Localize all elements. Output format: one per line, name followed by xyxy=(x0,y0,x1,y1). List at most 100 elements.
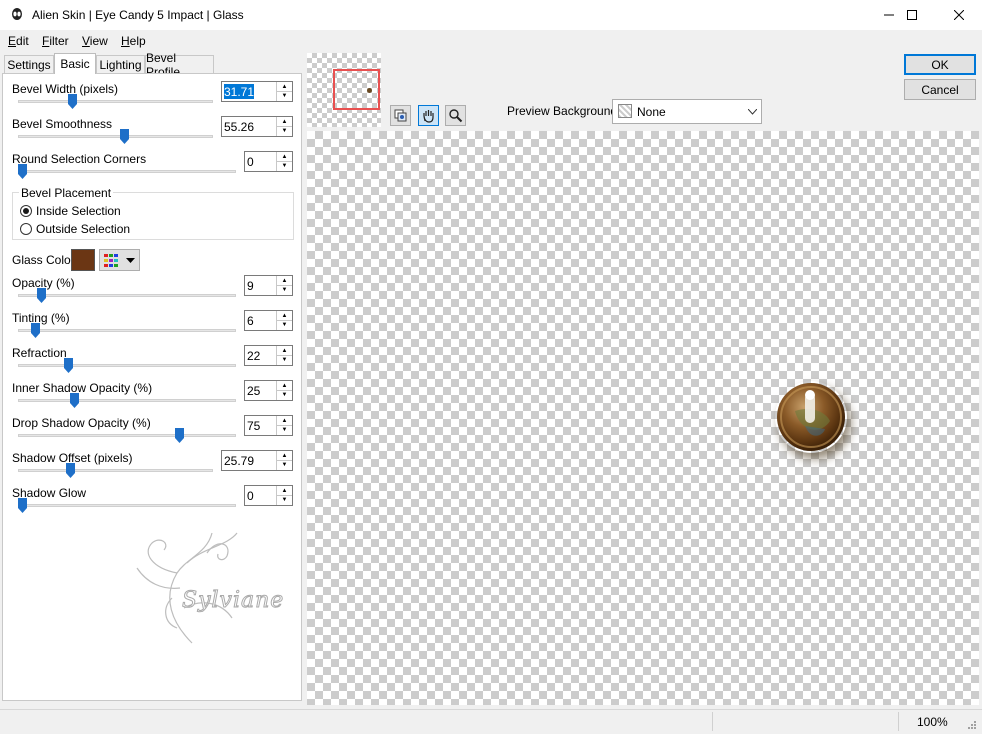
sylviane-watermark: Sylviane xyxy=(132,528,285,646)
tinting-spinbox[interactable]: ▲▼ xyxy=(244,310,293,331)
opacity-spinbox[interactable]: ▲▼ xyxy=(244,275,293,296)
inner-shadow-opacity-spinbox[interactable]: ▲▼ xyxy=(244,380,293,401)
outside-selection-label[interactable]: Outside Selection xyxy=(36,222,130,236)
tinting-slider-track[interactable] xyxy=(18,329,236,332)
preview-background-value: None xyxy=(637,105,666,119)
tab-basic[interactable]: Basic xyxy=(54,53,96,74)
drop-shadow-opacity-slider-thumb[interactable] xyxy=(174,428,184,443)
opacity-input[interactable] xyxy=(247,278,274,293)
inner-shadow-opacity-slider-track[interactable] xyxy=(18,399,236,402)
spin-down-icon[interactable]: ▼ xyxy=(277,425,292,434)
preview-toggle-button[interactable] xyxy=(390,105,411,126)
tab-bevel-profile[interactable]: Bevel Profile xyxy=(145,51,214,79)
round-corners-label: Round Selection Corners xyxy=(12,152,147,166)
spin-down-icon[interactable]: ▼ xyxy=(277,495,292,504)
tab-settings[interactable]: Settings xyxy=(4,55,54,73)
hand-icon xyxy=(423,110,434,123)
inside-selection-radio[interactable] xyxy=(20,205,32,217)
inner-shadow-opacity-slider-thumb[interactable] xyxy=(70,393,80,408)
status-bar: 100% xyxy=(0,709,982,734)
bevel-smoothness-spinbox[interactable]: ▲▼ xyxy=(221,116,293,137)
refraction-input[interactable] xyxy=(247,348,274,363)
color-picker-button[interactable] xyxy=(99,249,140,271)
spin-down-icon[interactable]: ▼ xyxy=(277,320,292,329)
shadow-offset-spinbox[interactable]: ▲▼ xyxy=(221,450,293,471)
round-corners-slider-thumb[interactable] xyxy=(18,164,27,179)
spin-down-icon[interactable]: ▼ xyxy=(277,390,292,399)
spin-down-icon[interactable]: ▼ xyxy=(277,161,292,170)
shadow-glow-input[interactable] xyxy=(247,488,274,503)
title-bar: Alien Skin | Eye Candy 5 Impact | Glass xyxy=(0,0,982,30)
outside-selection-radio[interactable] xyxy=(20,223,32,235)
tinting-slider-thumb[interactable] xyxy=(30,323,40,338)
maximize-button[interactable] xyxy=(889,0,935,30)
round-corners-input[interactable] xyxy=(247,154,274,169)
shadow-offset-slider-thumb[interactable] xyxy=(66,463,76,478)
watermark-text: Sylviane xyxy=(181,588,285,614)
inside-selection-label[interactable]: Inside Selection xyxy=(36,204,121,218)
spin-down-icon[interactable]: ▼ xyxy=(277,126,292,135)
bevel-smoothness-slider-track[interactable] xyxy=(18,135,213,138)
bevel-width-slider-track[interactable] xyxy=(18,100,213,103)
bevel-smoothness-slider-thumb[interactable] xyxy=(120,129,130,144)
chevron-down-icon xyxy=(748,109,757,115)
refraction-slider-track[interactable] xyxy=(18,364,236,367)
menu-help[interactable]: Help xyxy=(121,34,146,48)
refraction-label: Refraction xyxy=(12,346,67,360)
shadow-offset-slider-track[interactable] xyxy=(18,469,213,472)
drop-shadow-opacity-slider-track[interactable] xyxy=(18,434,236,437)
menu-edit[interactable]: Edit xyxy=(8,34,29,48)
shadow-glow-slider-track[interactable] xyxy=(18,504,236,507)
ok-button[interactable]: OK xyxy=(904,54,976,75)
pan-tool-button[interactable] xyxy=(418,105,439,126)
before-after-icon xyxy=(394,109,407,122)
status-divider xyxy=(898,712,899,731)
bevel-width-spinbox[interactable]: ▲▼ xyxy=(221,81,293,102)
close-button[interactable] xyxy=(936,0,982,30)
preview-background-dropdown[interactable]: None xyxy=(612,99,762,124)
bevel-smoothness-label: Bevel Smoothness xyxy=(12,117,113,131)
preview-canvas[interactable] xyxy=(307,131,979,705)
opacity-slider-thumb[interactable] xyxy=(36,288,46,303)
bevel-width-input[interactable] xyxy=(224,84,254,99)
glass-color-swatch[interactable] xyxy=(71,249,95,271)
opacity-slider-track[interactable] xyxy=(18,294,236,297)
shadow-glow-spinbox[interactable]: ▲▼ xyxy=(244,485,293,506)
glass-color-label: Glass Color xyxy=(12,253,75,267)
tab-lighting[interactable]: Lighting xyxy=(96,55,145,73)
round-corners-spinbox[interactable]: ▲▼ xyxy=(244,151,293,172)
spin-down-icon[interactable]: ▼ xyxy=(277,355,292,364)
tinting-label: Tinting (%) xyxy=(12,311,70,325)
zoom-tool-button[interactable] xyxy=(445,105,466,126)
window-title: Alien Skin | Eye Candy 5 Impact | Glass xyxy=(32,8,244,22)
tinting-input[interactable] xyxy=(247,313,274,328)
inner-shadow-opacity-input[interactable] xyxy=(247,383,274,398)
drop-shadow-opacity-label: Drop Shadow Opacity (%) xyxy=(12,416,151,430)
drop-shadow-opacity-input[interactable] xyxy=(247,418,274,433)
magnifier-icon xyxy=(449,109,463,123)
inner-shadow-opacity-label: Inner Shadow Opacity (%) xyxy=(12,381,153,395)
view-rectangle[interactable] xyxy=(333,69,380,110)
resize-grip-icon[interactable] xyxy=(965,720,977,732)
spin-down-icon[interactable]: ▼ xyxy=(277,460,292,469)
bevel-smoothness-input[interactable] xyxy=(224,119,274,134)
spin-down-icon[interactable]: ▼ xyxy=(277,285,292,294)
spin-down-icon[interactable]: ▼ xyxy=(277,91,292,100)
menu-filter[interactable]: Filter xyxy=(42,34,69,48)
refraction-slider-thumb[interactable] xyxy=(63,358,73,373)
bevel-width-slider-thumb[interactable] xyxy=(68,94,78,109)
drop-shadow-opacity-spinbox[interactable]: ▲▼ xyxy=(244,415,293,436)
thumbnail-object xyxy=(367,88,372,93)
refraction-spinbox[interactable]: ▲▼ xyxy=(244,345,293,366)
bevel-width-label: Bevel Width (pixels) xyxy=(12,82,119,96)
checker-swatch-icon xyxy=(618,104,632,118)
round-corners-slider-track[interactable] xyxy=(18,170,236,173)
navigator-thumbnail[interactable] xyxy=(307,53,381,127)
cancel-button[interactable]: Cancel xyxy=(904,79,976,100)
menu-view[interactable]: View xyxy=(82,34,108,48)
shadow-offset-input[interactable] xyxy=(224,453,274,468)
alien-skin-app-icon xyxy=(9,7,25,23)
shadow-glow-slider-thumb[interactable] xyxy=(18,498,27,513)
glass-bead-preview xyxy=(775,381,847,453)
menu-bar: Edit Filter View Help xyxy=(0,30,982,51)
